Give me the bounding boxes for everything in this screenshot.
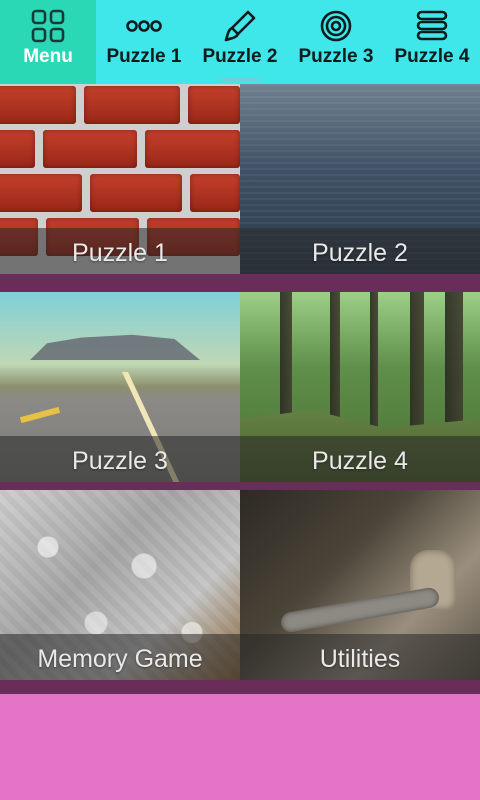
tab-label: Puzzle 4 bbox=[394, 46, 470, 67]
empty-footer-area bbox=[0, 694, 480, 800]
tab-puzzle-4[interactable]: Puzzle 4 bbox=[384, 0, 480, 84]
tile-label: Utilities bbox=[319, 645, 401, 673]
tile-grid: Puzzle 1 Puzzle 2 Puzzle 3 Puzzle 4 Memo… bbox=[0, 84, 480, 694]
tile-label: Memory Game bbox=[37, 645, 203, 673]
tile-puzzle-1[interactable]: Puzzle 1 bbox=[0, 84, 240, 274]
tile-memory-game[interactable]: Memory Game bbox=[0, 490, 240, 680]
dots-icon bbox=[124, 8, 164, 44]
stack-icon bbox=[412, 8, 452, 44]
tab-puzzle-3[interactable]: Puzzle 3 bbox=[288, 0, 384, 84]
tab-label: Puzzle 1 bbox=[106, 46, 182, 67]
brush-icon bbox=[220, 8, 260, 44]
top-tab-bar: Menu Puzzle 1 Puzzle 2 Puzzle 3 Puzzle 4 bbox=[0, 0, 480, 84]
grid-icon bbox=[28, 8, 68, 44]
tab-puzzle-2[interactable]: Puzzle 2 bbox=[192, 0, 288, 84]
tab-puzzle-1[interactable]: Puzzle 1 bbox=[96, 0, 192, 84]
tile-label: Puzzle 2 bbox=[312, 239, 408, 267]
tile-label: Puzzle 1 bbox=[72, 239, 168, 267]
tab-label: Menu bbox=[23, 46, 73, 67]
tile-puzzle-3[interactable]: Puzzle 3 bbox=[0, 292, 240, 482]
tab-label: Puzzle 3 bbox=[298, 46, 374, 67]
tab-menu[interactable]: Menu bbox=[0, 0, 96, 84]
tile-puzzle-2[interactable]: Puzzle 2 bbox=[240, 84, 480, 274]
tab-label: Puzzle 2 bbox=[202, 46, 278, 67]
target-icon bbox=[316, 8, 356, 44]
tile-label: Puzzle 3 bbox=[72, 447, 168, 475]
tab-scroll-indicator bbox=[220, 78, 260, 81]
tile-puzzle-4[interactable]: Puzzle 4 bbox=[240, 292, 480, 482]
tile-utilities[interactable]: Utilities bbox=[240, 490, 480, 680]
tile-label: Puzzle 4 bbox=[312, 447, 408, 475]
